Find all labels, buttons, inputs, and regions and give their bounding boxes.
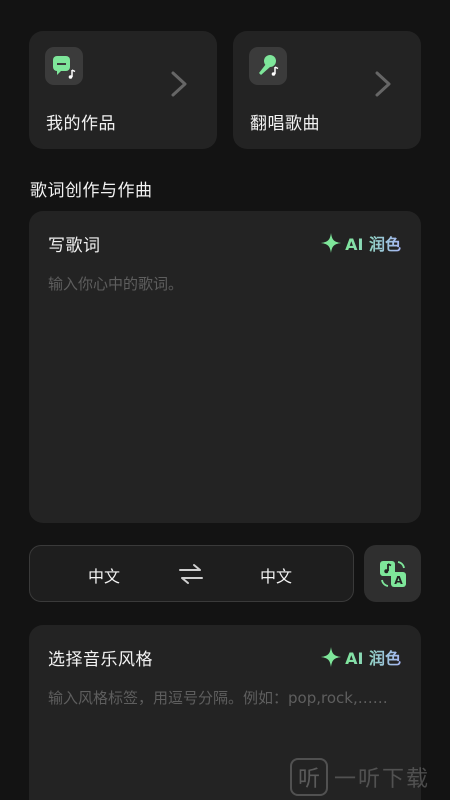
cover-songs-label: 翻唱歌曲 xyxy=(250,114,320,134)
microphone-icon xyxy=(249,47,287,85)
sparkle-icon xyxy=(321,647,342,667)
sparkle-icon xyxy=(321,233,342,253)
chevron-right-icon xyxy=(375,71,391,97)
svg-text:A: A xyxy=(394,574,403,587)
lyrics-title: 写歌词 xyxy=(48,236,101,256)
my-works-label: 我的作品 xyxy=(46,114,116,134)
swap-arrows-icon[interactable] xyxy=(178,563,204,585)
language-selector: 中文 中文 xyxy=(29,545,354,602)
lyrics-ai-polish-button[interactable]: AI 润色 xyxy=(321,231,401,255)
watermark-logo: 听 xyxy=(290,758,328,796)
source-language[interactable]: 中文 xyxy=(74,563,134,587)
watermark: 听 一听下载 xyxy=(290,757,430,797)
style-ai-polish-label: AI 润色 xyxy=(345,645,401,669)
cover-songs-card[interactable]: 翻唱歌曲 xyxy=(233,31,421,149)
translate-icon: A xyxy=(379,560,406,587)
lyrics-input-placeholder[interactable]: 输入你心中的歌词。 xyxy=(48,273,402,295)
my-works-card[interactable]: 我的作品 xyxy=(29,31,217,149)
lyrics-ai-polish-label: AI 润色 xyxy=(345,231,401,255)
style-input-placeholder[interactable]: 输入风格标签，用逗号分隔。例如：pop,rock,…… xyxy=(48,687,402,709)
translate-button[interactable]: A xyxy=(364,545,421,602)
chevron-right-icon xyxy=(171,71,187,97)
style-ai-polish-button[interactable]: AI 润色 xyxy=(321,645,401,669)
works-icon xyxy=(45,47,83,85)
style-title: 选择音乐风格 xyxy=(48,650,153,670)
watermark-text: 一听下载 xyxy=(334,767,431,792)
lyrics-editor[interactable]: 写歌词 AI 润色 输入你心中的歌词。 xyxy=(29,211,421,523)
section-title: 歌词创作与作曲 xyxy=(30,181,153,201)
target-language[interactable]: 中文 xyxy=(246,563,306,587)
